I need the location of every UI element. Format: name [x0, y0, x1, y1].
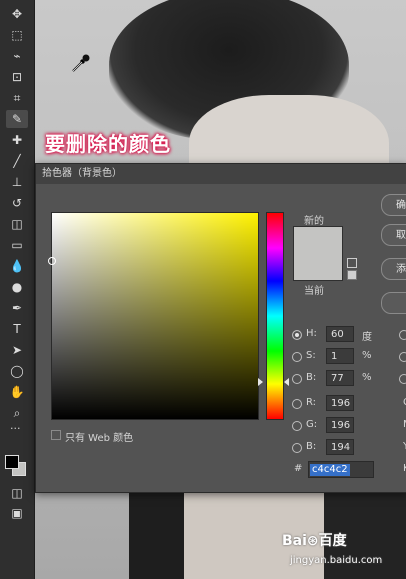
brush-icon[interactable]: ╱ [6, 152, 28, 170]
web-safe-swatch[interactable] [347, 270, 357, 280]
eraser-icon[interactable]: ◫ [6, 215, 28, 233]
eyedropper-cursor-icon [72, 54, 90, 72]
move-icon[interactable]: ✥ [6, 5, 28, 23]
radio-b-brightness[interactable] [292, 374, 302, 384]
only-web-colors-checkbox[interactable] [51, 430, 61, 440]
zoom-icon[interactable]: ⌕ [6, 404, 28, 422]
quick-select-icon[interactable]: ⊡ [6, 68, 28, 86]
type-icon[interactable]: T [6, 320, 28, 338]
watermark-url: jingyan.baidu.com [290, 555, 383, 566]
radio-a[interactable] [399, 352, 406, 362]
color-field-marker[interactable] [48, 257, 56, 265]
b-blue-input[interactable]: 194 [326, 439, 354, 455]
new-color-label: 新的 [304, 216, 324, 227]
lasso-icon[interactable]: ⌁ [6, 47, 28, 65]
blur-icon[interactable]: 💧 [6, 257, 28, 275]
h-label: H: [306, 328, 317, 339]
radio-g[interactable] [292, 421, 302, 431]
radio-b-blue[interactable] [292, 443, 302, 453]
eyedropper-icon[interactable]: ✎ [6, 110, 28, 128]
hue-slider[interactable] [266, 212, 284, 420]
radio-lab-b[interactable] [399, 374, 406, 384]
b-blue-label: B: [306, 441, 317, 452]
cancel-button[interactable]: 取消 [381, 224, 406, 246]
radio-s[interactable] [292, 352, 302, 362]
b-brightness-input[interactable]: 77 [326, 370, 354, 386]
crop-icon[interactable]: ⌗ [6, 89, 28, 107]
shape-icon[interactable]: ◯ [6, 362, 28, 380]
s-unit: % [362, 350, 372, 361]
marquee-icon[interactable]: ⬚ [6, 26, 28, 44]
h-input[interactable]: 60 [326, 326, 354, 342]
b-brightness-label: B: [306, 372, 317, 383]
hand-icon[interactable]: ✋ [6, 383, 28, 401]
hue-slider-handle-left[interactable] [258, 378, 263, 386]
radio-h[interactable] [292, 330, 302, 340]
annotation-banner: 要删除的颜色 [45, 132, 171, 156]
gradient-icon[interactable]: ▭ [6, 236, 28, 254]
only-web-colors-label: 只有 Web 颜色 [65, 433, 134, 444]
hair-left [129, 488, 189, 579]
saturation-brightness-field[interactable] [48, 212, 259, 420]
g-input[interactable]: 196 [326, 417, 354, 433]
current-color-swatch[interactable] [293, 253, 343, 281]
ok-button[interactable]: 确定 [381, 194, 406, 216]
foreground-color-swatch[interactable] [5, 455, 19, 469]
s-label: S: [306, 350, 316, 361]
current-color-label: 当前 [304, 286, 324, 297]
radio-r[interactable] [292, 399, 302, 409]
new-color-swatch [293, 226, 343, 254]
stamp-icon[interactable]: ⊥ [6, 173, 28, 191]
s-input[interactable]: 1 [326, 348, 354, 364]
r-label: R: [306, 397, 317, 408]
b-brightness-unit: % [362, 372, 372, 383]
more-tools-icon[interactable]: ··· [10, 422, 21, 435]
watermark-logo: Bai⊛百度 [282, 533, 347, 549]
hex-prefix: # [294, 463, 303, 474]
hue-slider-handle-right[interactable] [284, 378, 289, 386]
dialog-title: 拾色器（背景色） [36, 164, 406, 184]
g-label: G: [306, 419, 318, 430]
quick-mask-icon[interactable]: ◫ [6, 484, 28, 502]
add-to-swatches-button[interactable]: 添加到色板 [381, 258, 406, 280]
r-input[interactable]: 196 [326, 395, 354, 411]
history-brush-icon[interactable]: ↺ [6, 194, 28, 212]
gamut-warning-cube-icon[interactable] [347, 258, 357, 268]
radio-l[interactable] [399, 330, 406, 340]
screen-mode-icon[interactable]: ▣ [6, 504, 28, 522]
path-select-icon[interactable]: ➤ [6, 341, 28, 359]
hex-input[interactable]: c4c4c2 [308, 461, 374, 478]
healing-icon[interactable]: ✚ [6, 131, 28, 149]
hex-value-selected: c4c4c2 [310, 464, 350, 476]
dodge-icon[interactable]: ● [6, 278, 28, 296]
color-libraries-button[interactable] [381, 292, 406, 314]
pen-icon[interactable]: ✒ [6, 299, 28, 317]
color-picker-dialog: 拾色器（背景色） 新的 当前 确定 取消 添加到色板 H: 60 度 S: 1 … [35, 163, 406, 493]
h-unit: 度 [362, 332, 372, 343]
